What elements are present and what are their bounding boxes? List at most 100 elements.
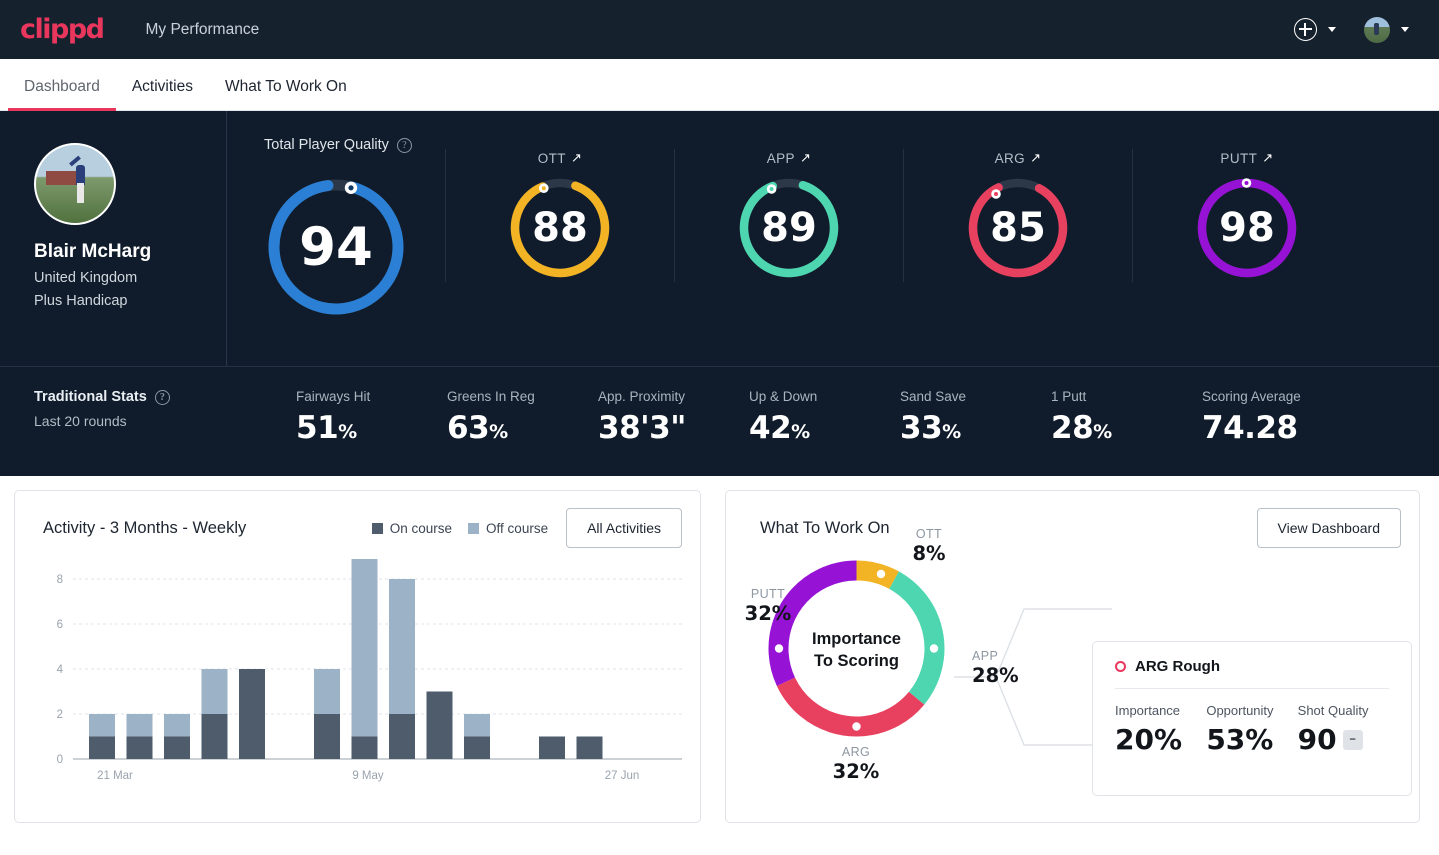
top-bar: clippd My Performance (0, 0, 1439, 59)
total-player-quality-header: Total Player Quality ? (227, 111, 1439, 153)
player-country: United Kingdom (34, 270, 138, 286)
detail-col-opportunity: Opportunity 53% (1206, 703, 1297, 756)
ring-app-graphic: 89 (735, 174, 843, 282)
all-activities-button[interactable]: All Activities (566, 508, 682, 548)
stat-number: 63 (447, 410, 490, 446)
user-avatar[interactable] (1364, 16, 1390, 43)
legend-label-on-course: On course (389, 520, 453, 536)
stat-value: 28% (1051, 410, 1202, 446)
shot-quality-trend-chip: – (1342, 729, 1363, 750)
stat-fairways-hit: Fairways Hit 51% (296, 389, 447, 446)
player-handicap: Plus Handicap (34, 293, 128, 309)
activity-bar-chart: 8 6 4 2 0 21 Mar 9 May 27 Jun (27, 557, 682, 807)
svg-text:2: 2 (57, 709, 63, 721)
ring-arg-graphic: 85 (964, 174, 1072, 282)
detail-card-header: ARG Rough (1115, 658, 1389, 689)
chevron-down-icon[interactable] (1328, 27, 1336, 32)
detail-value-wrap: 53% (1206, 723, 1297, 756)
ring-ott[interactable]: OTT ↗ 88 (445, 149, 674, 282)
stat-number: 51 (296, 410, 339, 446)
stat-greens-in-reg: Greens In Reg 63% (447, 389, 598, 446)
detail-label: Importance (1115, 703, 1181, 718)
donut-label-arg-value: 32% (832, 760, 880, 783)
stat-up-and-down: Up & Down 42% (749, 389, 900, 446)
chevron-down-icon-profile[interactable] (1401, 27, 1409, 32)
ring-total-player-quality[interactable]: 94 (227, 149, 445, 320)
ring-value-putt: 98 (1219, 205, 1275, 251)
detail-value: 53% (1206, 723, 1274, 756)
player-photo (34, 143, 116, 225)
stat-value: 33% (900, 410, 1051, 446)
ring-value-app: 89 (761, 205, 817, 251)
donut-label-arg-name: ARG (841, 745, 871, 759)
ring-tag-text-arg: ARG (994, 151, 1026, 166)
donut-label-putt: PUTT 32% (736, 587, 800, 625)
stat-unit: % (489, 421, 508, 443)
svg-text:6: 6 (57, 619, 63, 631)
clippd-logo[interactable]: clippd (20, 16, 105, 43)
stat-unit: % (942, 421, 961, 443)
stat-value: 63% (447, 410, 598, 446)
ring-app[interactable]: APP ↗ 89 (674, 149, 903, 282)
stat-scoring-average: Scoring Average 74.28 (1202, 389, 1353, 446)
stat-number: 42 (749, 410, 792, 446)
traditional-stats-subtitle: Last 20 rounds (34, 413, 127, 429)
circle-outline-icon (1115, 661, 1126, 672)
donut-label-putt-value: 32% (744, 602, 792, 625)
ring-tag-text-putt: PUTT (1220, 151, 1258, 166)
plus-circle-icon[interactable] (1294, 18, 1317, 41)
stat-number: 74.28 (1202, 410, 1298, 446)
ring-tag-text-app: APP (766, 151, 795, 166)
stat-label: Scoring Average (1202, 389, 1301, 404)
donut-center-line1: Importance (812, 630, 901, 649)
svg-text:0: 0 (57, 754, 63, 766)
trend-up-icon-putt: ↗ (1262, 149, 1274, 165)
ring-arg[interactable]: ARG ↗ 85 (903, 149, 1132, 282)
bottom-cards: Activity - 3 Months - Weekly On course O… (0, 476, 1439, 823)
activity-legend: On course Off course (371, 520, 548, 536)
arg-rough-detail-card[interactable]: ARG Rough Importance 20% Opportunity 53% (1092, 641, 1412, 796)
donut-center-label: Importance To Scoring (759, 551, 954, 751)
detail-card-columns: Importance 20% Opportunity 53% Shot Qual… (1115, 703, 1389, 756)
traditional-stats-header: Traditional Stats ? Last 20 rounds (34, 389, 296, 429)
topbar-actions (1294, 16, 1419, 43)
stat-number: 38'3" (598, 410, 686, 446)
donut-label-app-name: APP (972, 649, 999, 663)
legend-off-course[interactable]: Off course (468, 521, 548, 536)
svg-text:27 Jun: 27 Jun (605, 770, 640, 782)
detail-col-shot-quality: Shot Quality 90 – (1298, 703, 1389, 756)
activity-card: Activity - 3 Months - Weekly On course O… (14, 490, 701, 823)
detail-col-importance: Importance 20% (1115, 703, 1206, 756)
question-mark-icon-stats[interactable]: ? (154, 389, 170, 405)
svg-text:21 Mar: 21 Mar (97, 770, 133, 782)
stat-number: 33 (900, 410, 943, 446)
ring-tag-text-ott: OTT (537, 151, 566, 166)
donut-label-ott-name: OTT (915, 527, 943, 541)
ring-label-app: APP ↗ (767, 149, 812, 168)
ring-value-ott: 88 (532, 205, 588, 251)
importance-donut[interactable]: Importance To Scoring (759, 551, 954, 751)
activity-card-header: Activity - 3 Months - Weekly On course O… (27, 508, 682, 548)
traditional-stats-title-row: Traditional Stats ? (34, 389, 296, 405)
tab-activities[interactable]: Activities (116, 78, 209, 110)
stat-label: App. Proximity (598, 389, 686, 404)
performance-hero: Blair McHarg United Kingdom Plus Handica… (0, 111, 1439, 476)
stat-app-proximity: App. Proximity 38'3" (598, 389, 749, 446)
svg-text:8: 8 (57, 574, 63, 586)
legend-on-course[interactable]: On course (371, 520, 453, 536)
ring-label-ott: OTT ↗ (538, 149, 583, 168)
stat-label: Sand Save (900, 389, 967, 404)
tab-dashboard[interactable]: Dashboard (8, 78, 116, 111)
svg-text:9 May: 9 May (352, 770, 384, 782)
tab-what-to-work-on[interactable]: What To Work On (209, 78, 363, 110)
ring-label-arg: ARG ↗ (995, 149, 1042, 168)
detail-card-title: ARG Rough (1135, 658, 1220, 675)
detail-value: 90 (1297, 723, 1337, 756)
stat-unit: % (338, 421, 357, 443)
ring-putt[interactable]: PUTT ↗ 98 (1132, 149, 1361, 282)
main-tabs: Dashboard Activities What To Work On (0, 59, 1439, 111)
quality-rings: 94 OTT ↗ 88 APP ↗ 89 ARG ↗ 85 PUTT ↗ 98 (227, 149, 1439, 320)
view-dashboard-button[interactable]: View Dashboard (1256, 508, 1401, 548)
legend-label-off-course: Off course (486, 520, 549, 536)
wtwo-card-header: What To Work On View Dashboard (744, 508, 1401, 548)
